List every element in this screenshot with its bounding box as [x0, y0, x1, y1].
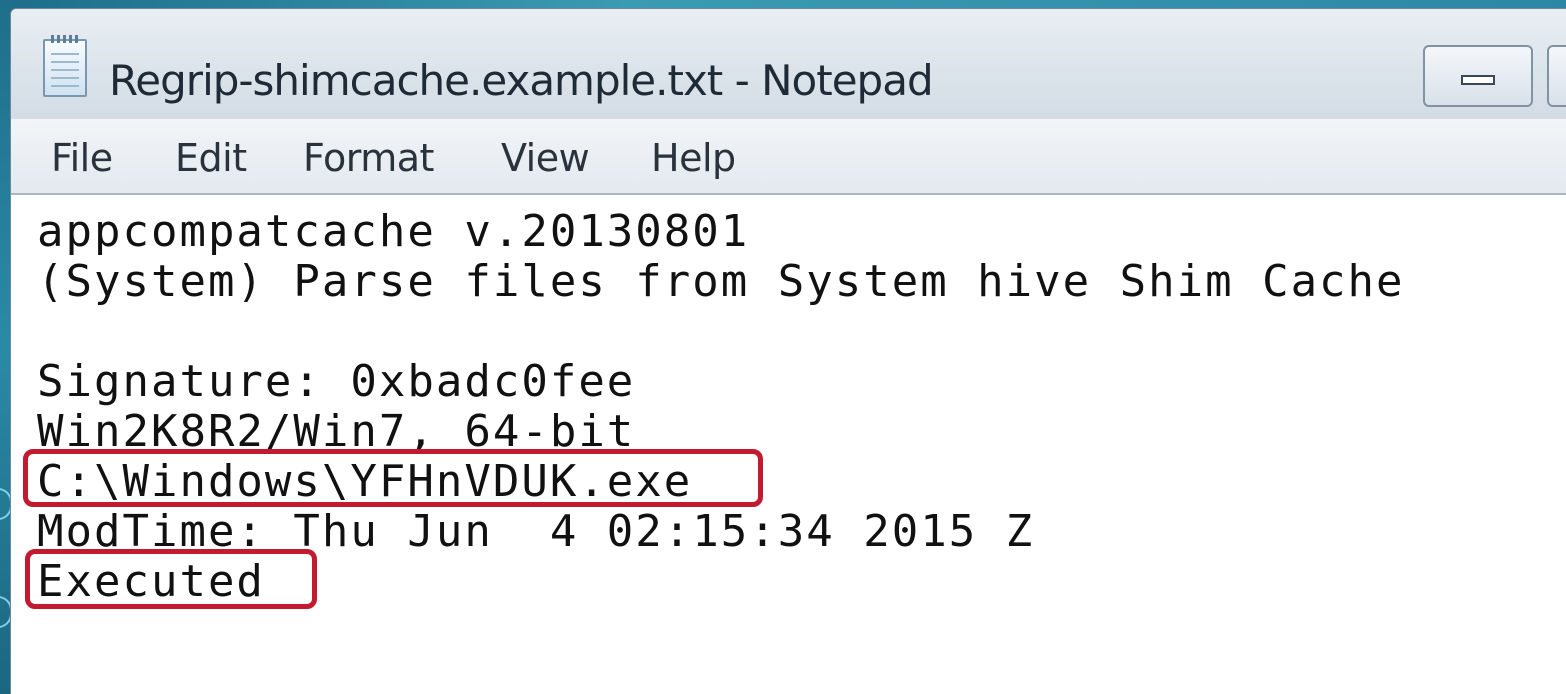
minimize-button[interactable]: [1423, 45, 1533, 107]
highlight-path-box: [23, 449, 763, 507]
menu-bar: File Edit Format View Help: [11, 119, 1566, 195]
menu-format[interactable]: Format: [303, 135, 434, 181]
text-line: appcompatcache v.20130801: [37, 206, 750, 257]
window-title: Regrip-shimcache.example.txt - Notepad: [109, 56, 934, 105]
text-line: [37, 307, 1405, 357]
text-content: appcompatcache v.20130801 (System) Parse…: [37, 207, 1405, 607]
menu-help[interactable]: Help: [651, 135, 736, 181]
title-bar[interactable]: Regrip-shimcache.example.txt - Notepad: [11, 9, 1566, 119]
maximize-button[interactable]: [1547, 45, 1566, 107]
notepad-window: Regrip-shimcache.example.txt - Notepad F…: [10, 8, 1566, 694]
text-line: Signature: 0xbadc0fee: [37, 356, 636, 407]
minimize-icon: [1461, 75, 1495, 85]
menu-view[interactable]: View: [501, 135, 590, 181]
text-editor[interactable]: appcompatcache v.20130801 (System) Parse…: [11, 195, 1566, 694]
text-line: (System) Parse files from System hive Sh…: [37, 256, 1405, 307]
notepad-icon[interactable]: [43, 35, 87, 97]
menu-file[interactable]: File: [51, 135, 113, 181]
menu-edit[interactable]: Edit: [175, 135, 247, 181]
highlight-executed-box: [25, 549, 317, 609]
